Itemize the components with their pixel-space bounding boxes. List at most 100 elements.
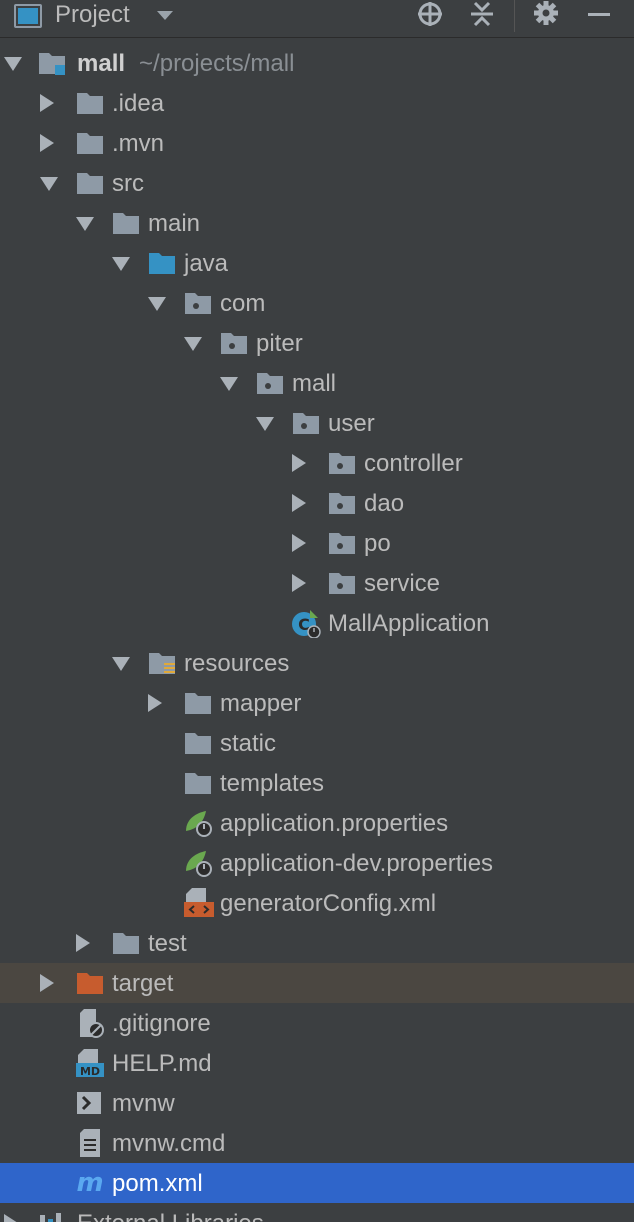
spring-boot-class-icon: C [292,610,321,638]
tree-item-label: java [184,250,229,277]
tree-item-label: po [364,530,391,557]
expand-arrow-icon[interactable] [40,134,54,152]
tree-item-label: generatorConfig.xml [220,890,437,917]
expand-arrow-icon[interactable] [40,94,54,112]
package-icon [329,573,355,594]
tree-item-user[interactable]: user [0,403,634,443]
ignore-file-icon [80,1009,104,1038]
expand-arrow-icon[interactable] [292,534,306,552]
tree-item-label: resources [184,650,290,677]
tree-item-main[interactable]: main [0,203,634,243]
tree-item-label: mall [292,370,337,397]
tree-item-external-libraries[interactable]: External Libraries [0,1203,634,1222]
folder-icon [113,933,139,954]
expand-arrow-icon[interactable] [112,657,130,671]
tree-item-test[interactable]: test [0,923,634,963]
tree-item-label: com [220,290,266,317]
expand-arrow-icon[interactable] [40,177,58,191]
package-icon [221,333,247,354]
tree-item-label: test [148,930,187,957]
tree-item-label: piter [256,330,303,357]
gear-icon[interactable] [532,0,560,28]
expand-arrow-icon[interactable] [76,934,90,952]
tree-item-label: src [112,170,144,197]
tree-item-mall-root[interactable]: mall ~/projects/mall [0,43,634,83]
source-folder-icon [149,253,175,274]
expand-arrow-icon[interactable] [220,377,238,391]
tree-item-label: dao [364,490,405,517]
folder-icon [113,213,139,234]
collapse-all-icon[interactable] [468,0,496,28]
tree-item-label: service [364,570,441,597]
expand-arrow-icon[interactable] [76,217,94,231]
spring-properties-icon [186,851,212,877]
tree-item-mapper[interactable]: mapper [0,683,634,723]
tree-item-application-dev-properties[interactable]: application-dev.properties [0,843,634,883]
expand-arrow-icon[interactable] [292,494,306,512]
expand-arrow-icon[interactable] [148,297,166,311]
tree-item-label: templates [220,770,325,797]
project-view-title[interactable]: Project [55,1,130,29]
package-icon [257,373,283,394]
tree-item-idea[interactable]: .idea [0,83,634,123]
tree-item-label: static [220,730,277,757]
expand-arrow-icon[interactable] [256,417,274,431]
tree-item-label: mvnw [112,1090,175,1117]
tree-item-mvnw[interactable]: mvnw [0,1083,634,1123]
tree-item-src[interactable]: src [0,163,634,203]
expand-arrow-icon[interactable] [112,257,130,271]
expand-arrow-icon[interactable] [40,974,54,992]
tree-item-piter[interactable]: piter [0,323,634,363]
expand-arrow-icon[interactable] [184,337,202,351]
tree-item-application-properties[interactable]: application.properties [0,803,634,843]
package-icon [329,533,355,554]
tree-item-java[interactable]: java [0,243,634,283]
folder-icon [185,693,211,714]
xml-file-icon [184,888,214,917]
excluded-folder-icon [77,973,103,994]
tree-item-path: ~/projects/mall [139,50,295,77]
expand-arrow-icon[interactable] [148,694,162,712]
tree-item-label: mall ~/projects/mall [77,50,295,77]
spring-properties-icon [186,811,212,837]
minimize-icon[interactable] [588,13,610,16]
expand-arrow-icon[interactable] [4,57,22,71]
expand-arrow-icon[interactable] [4,1214,18,1222]
expand-arrow-icon[interactable] [292,454,306,472]
markdown-file-icon: MD [76,1049,104,1078]
locate-icon[interactable] [416,0,444,28]
tree-item-com[interactable]: com [0,283,634,323]
tree-item-pom-xml[interactable]: m pom.xml [0,1163,634,1203]
dropdown-icon[interactable] [157,11,173,20]
package-icon [185,293,211,314]
project-toolbar: Project [0,0,634,38]
tree-item-dao[interactable]: dao [0,483,634,523]
svg-text:MD: MD [80,1065,100,1078]
resources-folder-icon [149,653,175,674]
tree-item-mvn[interactable]: .mvn [0,123,634,163]
tree-item-label: MallApplication [328,610,490,637]
tree-item-label: .gitignore [112,1010,211,1037]
tree-item-label: HELP.md [112,1050,212,1077]
tree-item-mallapplication[interactable]: C MallApplication [0,603,634,643]
tree-item-po[interactable]: po [0,523,634,563]
tree-item-mall-package[interactable]: mall [0,363,634,403]
tree-item-target[interactable]: target [0,963,634,1003]
tree-item-controller[interactable]: controller [0,443,634,483]
tree-item-resources[interactable]: resources [0,643,634,683]
maven-icon: m [76,1169,103,1197]
tree-item-templates[interactable]: templates [0,763,634,803]
tree-item-static[interactable]: static [0,723,634,763]
tree-item-generatorconfig-xml[interactable]: generatorConfig.xml [0,883,634,923]
module-folder-icon [39,53,65,75]
tree-item-label: target [112,970,174,997]
project-view-icon [14,4,42,28]
expand-arrow-icon[interactable] [292,574,306,592]
tree-item-help-md[interactable]: MD HELP.md [0,1043,634,1083]
folder-icon [77,93,103,114]
tree-item-label: External Libraries [77,1211,264,1222]
toolbar-separator [514,0,515,32]
tree-item-gitignore[interactable]: .gitignore [0,1003,634,1043]
tree-item-service[interactable]: service [0,563,634,603]
tree-item-mvnw-cmd[interactable]: mvnw.cmd [0,1123,634,1163]
